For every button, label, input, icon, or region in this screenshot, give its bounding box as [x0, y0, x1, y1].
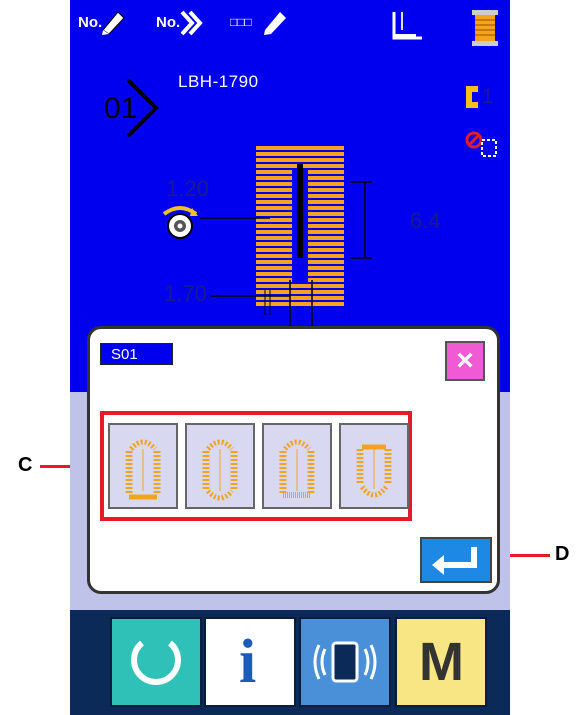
- stitch-bar: [308, 176, 344, 180]
- stitch-bar: [256, 266, 292, 270]
- stitch-bar: [308, 200, 344, 204]
- shape-button-2[interactable]: [185, 423, 255, 509]
- stitch-bar: [256, 248, 292, 252]
- stitch-bar: [256, 176, 292, 180]
- stitch-bar: [308, 266, 344, 270]
- stitch-bar: [256, 146, 344, 150]
- stitch-bar: [256, 206, 292, 210]
- dim-top-value: 1.20: [166, 176, 209, 201]
- stitch-bar: [256, 152, 344, 156]
- stitch-bar: [256, 278, 292, 282]
- counter-edit-icon[interactable]: □□□: [230, 8, 290, 38]
- info-icon: i: [239, 628, 257, 696]
- stitch-bar: [308, 236, 344, 240]
- pattern-no-select-icon[interactable]: No.: [156, 8, 206, 38]
- stitch-bar: [256, 230, 292, 234]
- stitch-bar: [256, 158, 344, 162]
- stitch-bar: [308, 206, 344, 210]
- shape-select-dialog: S01 ×: [87, 326, 500, 594]
- stitch-bar: [256, 170, 292, 174]
- no-label: No.: [78, 14, 103, 31]
- stitch-bar: [256, 302, 344, 306]
- stitch-bar: [308, 260, 344, 264]
- stitch-bar: [308, 248, 344, 252]
- stitch-bar: [308, 254, 344, 258]
- stitch-bar: [308, 170, 344, 174]
- info-button[interactable]: i: [204, 617, 296, 707]
- callout-d-label: D: [555, 543, 570, 565]
- sewing-shape-2-icon: [202, 439, 238, 501]
- ready-button[interactable]: [110, 617, 202, 707]
- dim-right-value: 6.4: [410, 208, 441, 233]
- sewing-shape-1-icon: [125, 439, 161, 500]
- ready-icon: [131, 640, 181, 685]
- shape-button-4[interactable]: [339, 423, 409, 509]
- stitch-bar: [256, 200, 292, 204]
- knife-rotation-icon[interactable]: [158, 202, 202, 242]
- enter-icon: [432, 547, 477, 575]
- shape-button-3[interactable]: [262, 423, 332, 509]
- mode-button[interactable]: M: [395, 617, 487, 707]
- stitch-bar: [308, 272, 344, 276]
- stitch-bar: [256, 242, 292, 246]
- stitch-bar: [256, 284, 344, 288]
- sewing-shape-3-icon: [279, 439, 315, 498]
- mode-icon: M: [419, 632, 464, 692]
- stitch-bar: [308, 218, 344, 222]
- communication-button[interactable]: [299, 617, 391, 707]
- stitch-bar: [256, 224, 292, 228]
- dim-bottom-value: 1.70: [164, 281, 207, 306]
- pattern-button-group: [100, 411, 412, 521]
- stitch-bar: [256, 236, 292, 240]
- stitch-bar: [308, 224, 344, 228]
- stitch-bar: [308, 278, 344, 282]
- no-label: No.: [156, 14, 181, 31]
- callout-c-label: C: [18, 454, 33, 476]
- shape-button-1[interactable]: [108, 423, 178, 509]
- stitch-bar: [308, 182, 344, 186]
- communication-icon: [313, 641, 377, 683]
- stitch-bar: [256, 254, 292, 258]
- stitch-bar: [256, 272, 292, 276]
- stitch-bar: [308, 194, 344, 198]
- thread-trimmer-off-icon[interactable]: [464, 130, 504, 160]
- sewing-shape-4-icon: [356, 444, 392, 498]
- thread-counter-icon[interactable]: 1: [464, 84, 504, 112]
- thread-counter-value: 1: [482, 86, 494, 108]
- stitch-bar: [308, 212, 344, 216]
- panel-screen: No. No. □□□ 01 LBH-1790 1 1.20 6.4 1.70 …: [70, 0, 510, 715]
- pattern-no-edit-icon[interactable]: No.: [78, 8, 128, 38]
- stitch-bar: [256, 194, 292, 198]
- stitch-bar: [308, 230, 344, 234]
- pattern-number[interactable]: 01: [100, 78, 160, 138]
- pattern-number-text: 01: [104, 92, 138, 125]
- stitch-bar: [256, 290, 344, 294]
- stitch-bar: [256, 212, 292, 216]
- bobbin-thread-icon[interactable]: [468, 8, 502, 48]
- stitch-bar: [308, 188, 344, 192]
- close-button[interactable]: ×: [445, 341, 485, 381]
- stitch-bar: [308, 242, 344, 246]
- enter-button[interactable]: [420, 537, 492, 583]
- counter-label: □□□: [230, 15, 252, 29]
- stitch-bar: [256, 260, 292, 264]
- dialog-title: S01: [100, 343, 173, 365]
- presser-icon[interactable]: [388, 10, 424, 46]
- model-name: LBH-1790: [178, 72, 259, 91]
- stitch-bar: [256, 188, 292, 192]
- stitch-bar: [256, 182, 292, 186]
